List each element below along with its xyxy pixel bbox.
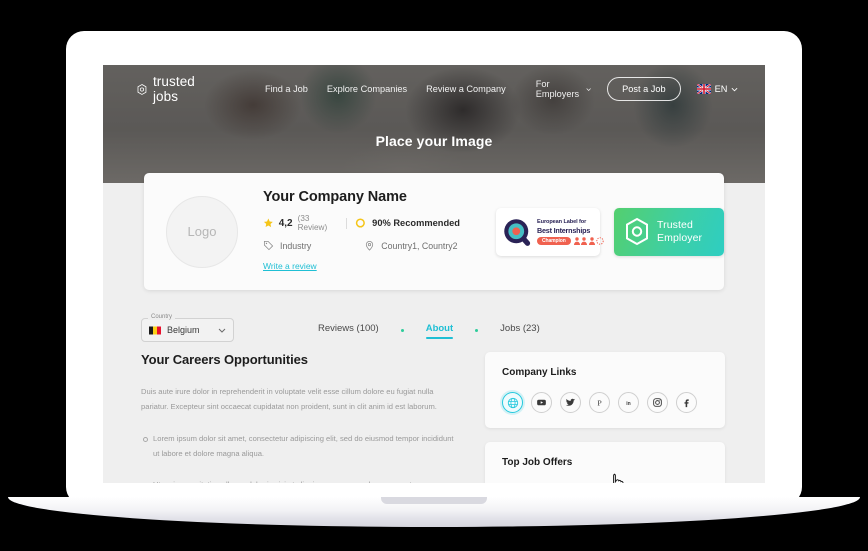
nav-link-find-a-job[interactable]: Find a Job (265, 84, 308, 94)
company-links-card: Company Links P in (485, 352, 725, 428)
list-item: Ut, quis nosrcitation ullamco laboris ni… (141, 478, 455, 483)
tab-separator-dot (400, 328, 404, 332)
post-a-job-button[interactable]: Post a Job (607, 77, 681, 101)
tag-icon (263, 240, 274, 251)
trusted-line2: Employer (657, 231, 703, 244)
european-label-badge[interactable]: European Label for Best Internships Cham… (496, 207, 604, 256)
browser-screen: trusted jobs Find a Job Explore Companie… (103, 65, 765, 483)
person-icon (581, 236, 588, 245)
nav-link-explore-companies[interactable]: Explore Companies (327, 84, 407, 94)
language-label: EN (714, 84, 728, 94)
person-icon (573, 236, 580, 245)
write-a-review-link[interactable]: Write a review (263, 261, 317, 271)
chevron-down-icon (218, 328, 226, 333)
person-icon (588, 236, 595, 245)
social-links-row: P in (502, 392, 708, 413)
instagram-icon (653, 398, 662, 407)
country-select-value: Belgium (167, 325, 200, 335)
sidebar-column: Company Links P in Top Job Offers (485, 352, 725, 483)
uk-flag-icon (696, 84, 711, 94)
linkedin-icon: in (626, 401, 630, 407)
for-employers-dropdown[interactable]: For Employers (536, 79, 591, 99)
facebook-icon[interactable] (676, 392, 697, 413)
hexagon-circle-logo-icon (626, 217, 648, 246)
main-content: Your Careers Opportunities Duis aute iru… (103, 352, 765, 483)
tabs-row: Country Belgium Reviews (100) About Jobs… (103, 308, 765, 352)
chevron-down-icon (731, 87, 738, 91)
hexagon-circle-logo-icon (137, 83, 147, 95)
tab-reviews[interactable]: Reviews (100) (318, 323, 379, 337)
pinterest-icon: P (597, 398, 602, 407)
chevron-down-icon (586, 87, 591, 91)
rating-value: 4,2 (278, 217, 293, 229)
twitter-icon[interactable] (560, 392, 581, 413)
instagram-icon[interactable] (647, 392, 668, 413)
industry-meta: Industry (263, 240, 311, 251)
careers-column: Your Careers Opportunities Duis aute iru… (141, 352, 461, 483)
nav-link-review-a-company[interactable]: Review a Company (426, 84, 506, 94)
laptop-base-notch (381, 497, 487, 504)
country-select-legend: Country (148, 314, 176, 320)
company-name: Your Company Name (263, 189, 407, 205)
brand-name: trusted jobs (152, 74, 195, 104)
star-icon (263, 218, 273, 228)
recommend-circle-icon (356, 218, 366, 228)
facebook-icon (684, 399, 689, 408)
rating-divider (345, 217, 347, 229)
company-profile-card: Logo Your Company Name 4,2 (33 Review) 9… (144, 173, 724, 290)
trusted-employer-badge[interactable]: Trusted Employer (614, 207, 724, 256)
industry-label: Industry (280, 240, 312, 251)
list-item: Lorem ipsum dolor sit amet, consectetur … (141, 432, 455, 461)
twitter-icon (565, 398, 576, 406)
belgium-flag-icon (149, 326, 161, 334)
profile-tabs: Reviews (100) About Jobs (23) (318, 323, 540, 339)
trusted-employer-text: Trusted Employer (657, 219, 702, 245)
company-links-title: Company Links (502, 367, 577, 378)
svg-text:in: in (626, 401, 630, 407)
trusted-line1: Trusted (657, 218, 693, 231)
svg-text:P: P (597, 398, 602, 407)
top-job-offers-title: Top Job Offers (502, 457, 573, 468)
european-label-text: European Label for Best Internships Cham… (537, 219, 604, 245)
tab-about[interactable]: About (425, 323, 454, 339)
dotted-circle-icon (596, 236, 604, 245)
navbar: trusted jobs Find a Job Explore Companie… (103, 65, 765, 113)
brand-logo[interactable]: trusted jobs (137, 74, 200, 104)
linkedin-icon[interactable]: in (618, 392, 639, 413)
globe-icon[interactable] (502, 392, 523, 413)
top-job-offers-card: Top Job Offers (485, 442, 725, 483)
company-info: Your Company Name 4,2 (33 Review) 90% Re… (263, 189, 460, 274)
country-meta: Country1, Country2 (364, 240, 458, 251)
meta-row: Industry Country1, Country2 (263, 240, 460, 251)
language-selector[interactable]: EN (696, 84, 739, 94)
countries-label: Country1, Country2 (381, 240, 458, 251)
eu-badge-line1: European Label for (537, 218, 587, 225)
company-logo-placeholder[interactable]: Logo (166, 195, 238, 268)
rating-row: 4,2 (33 Review) 90% Recommended (263, 214, 460, 232)
review-count: (33 Review) (297, 214, 328, 232)
eu-people-icons (573, 236, 605, 245)
european-label-mark-icon (504, 218, 531, 246)
badges: European Label for Best Internships Cham… (496, 207, 724, 256)
country-select[interactable]: Country Belgium (141, 314, 234, 342)
pinterest-icon[interactable]: P (589, 392, 610, 413)
for-employers-label: For Employers (535, 79, 580, 99)
eu-badge-bottom: Champion (537, 236, 605, 245)
recommend-text: 90% Recommended (372, 218, 460, 228)
nav-links: Find a Job Explore Companies Review a Co… (265, 84, 506, 94)
youtube-icon[interactable] (531, 392, 552, 413)
tab-separator-dot (475, 328, 479, 332)
hero-title: Place your Image (375, 133, 493, 149)
youtube-icon (537, 399, 546, 406)
careers-paragraph: Duis aute irure dolor in reprehenderit i… (141, 387, 437, 411)
careers-title: Your Careers Opportunities (141, 352, 308, 367)
eu-badge-line2: Best Internships (537, 225, 591, 235)
eu-champion-pill: Champion (537, 236, 571, 245)
map-pin-icon (366, 241, 374, 251)
globe-icon (507, 397, 518, 408)
tab-jobs[interactable]: Jobs (23) (500, 323, 540, 337)
laptop-mockup: trusted jobs Find a Job Explore Companie… (0, 0, 868, 551)
hero-banner: trusted jobs Find a Job Explore Companie… (103, 65, 765, 183)
careers-bullet-list: Lorem ipsum dolor sit amet, consectetur … (141, 432, 461, 483)
